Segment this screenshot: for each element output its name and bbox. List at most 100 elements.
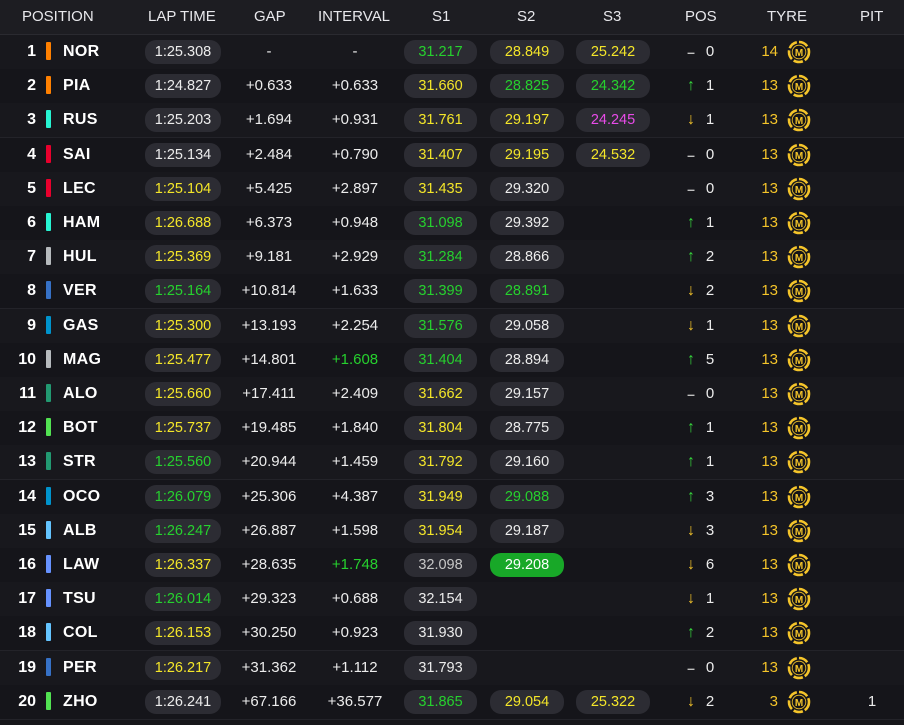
header-s2[interactable]: S2 <box>517 0 535 34</box>
table-row-alo[interactable]: 11 ALO 1:25.660 +17.411 +2.409 31.662 29… <box>0 377 904 412</box>
driver-code: SAI <box>63 145 91 163</box>
position-change-count: 0 <box>705 385 715 402</box>
sector-1-time: 31.865 <box>404 689 477 714</box>
sector-1-time: 31.761 <box>404 108 477 133</box>
table-row-sai[interactable]: 4 SAI 1:25.134 +2.484 +0.790 31.407 29.1… <box>0 137 904 173</box>
table-row-tsu[interactable]: 17 TSU 1:26.014 +29.323 +0.688 32.154 ↓ … <box>0 582 904 618</box>
tyre-laps: 13 <box>761 487 778 505</box>
header-position[interactable]: POSITION <box>22 0 94 34</box>
pit-stops <box>860 651 884 685</box>
sector-2-time: 29.195 <box>490 142 564 167</box>
pit-stops <box>860 309 884 343</box>
table-row-lec[interactable]: 5 LEC 1:25.104 +5.425 +2.897 31.435 29.3… <box>0 171 904 207</box>
medium-tyre-icon: M <box>787 451 811 474</box>
tyre-laps: 13 <box>761 248 778 266</box>
header-gap[interactable]: GAP <box>254 0 286 34</box>
pit-stops <box>860 411 884 445</box>
lap-time: 1:26.688 <box>145 211 221 235</box>
svg-text:M: M <box>795 390 803 401</box>
driver-code: ZHO <box>63 692 98 710</box>
medium-tyre-icon: M <box>787 314 811 337</box>
gap-value: +29.323 <box>241 590 297 608</box>
position-number: 13 <box>18 453 36 471</box>
table-row-hul[interactable]: 7 HUL 1:25.369 +9.181 +2.929 31.284 28.8… <box>0 240 904 276</box>
header-interval[interactable]: INTERVAL <box>318 0 390 34</box>
table-row-law[interactable]: 16 LAW 1:26.337 +28.635 +1.748 32.098 29… <box>0 548 904 583</box>
table-row-pia[interactable]: 2 PIA 1:24.827 +0.633 +0.633 31.660 28.8… <box>0 69 904 105</box>
table-row-gas[interactable]: 9 GAS 1:25.300 +13.193 +2.254 31.576 29.… <box>0 308 904 344</box>
medium-tyre-icon: M <box>787 74 811 98</box>
header-tyre[interactable]: TYRE <box>767 0 807 34</box>
medium-tyre-icon: M <box>787 416 811 440</box>
table-row-rus[interactable]: 3 RUS 1:25.203 +1.694 +0.931 31.761 29.1… <box>0 103 904 139</box>
sector-1-time: 31.407 <box>404 142 477 167</box>
position-change-icon: ↓ <box>687 692 695 710</box>
position-change-icon: ↑ <box>687 453 695 471</box>
driver-code: MAG <box>63 350 102 368</box>
table-row-per[interactable]: 19 PER 1:26.217 +31.362 +1.112 31.793 – … <box>0 650 904 686</box>
position-change-icon: ↑ <box>687 487 695 505</box>
header-lap-time[interactable]: LAP TIME <box>148 0 216 34</box>
table-row-nor[interactable]: 1 NOR 1:25.308 - - 31.217 28.849 25.242 … <box>0 35 904 70</box>
position-change-count: 0 <box>705 145 715 163</box>
gap-value: +14.801 <box>241 350 297 368</box>
sector-1-time: 32.154 <box>404 587 477 612</box>
tyre-laps: 13 <box>761 282 778 300</box>
medium-tyre-icon: M <box>787 587 811 611</box>
sector-2-time: 28.866 <box>490 245 564 270</box>
position-change-count: 3 <box>705 521 715 539</box>
tyre-laps: 14 <box>761 43 778 60</box>
team-color-bar <box>46 349 51 368</box>
medium-tyre-icon: M <box>787 656 811 679</box>
driver-code: LAW <box>63 556 100 573</box>
sector-1-time: 31.660 <box>404 74 477 99</box>
driver-code: TSU <box>63 590 96 608</box>
header-pos[interactable]: POS <box>685 0 717 34</box>
table-row-bot[interactable]: 12 BOT 1:25.737 +19.485 +1.840 31.804 28… <box>0 411 904 447</box>
table-row-ver[interactable]: 8 VER 1:25.164 +10.814 +1.633 31.399 28.… <box>0 274 904 310</box>
team-color-bar <box>46 247 51 266</box>
header-s1[interactable]: S1 <box>432 0 450 34</box>
lap-time: 1:25.134 <box>145 142 221 167</box>
position-number: 1 <box>27 43 36 60</box>
position-change-count: 0 <box>705 179 715 197</box>
position-number: 20 <box>18 692 36 710</box>
gap-value: +10.814 <box>241 282 297 300</box>
position-change-count: 0 <box>705 658 715 676</box>
tyre-laps: 13 <box>761 214 778 231</box>
team-color-bar <box>46 520 51 539</box>
interval-value: +0.688 <box>331 590 379 608</box>
sector-1-time: 31.930 <box>404 621 477 646</box>
gap-value: - <box>266 43 272 60</box>
position-change-icon: ↓ <box>687 316 695 334</box>
sector-3-time: 25.322 <box>576 689 650 714</box>
table-row-str[interactable]: 13 STR 1:25.560 +20.944 +1.459 31.792 29… <box>0 445 904 481</box>
position-change-count: 1 <box>705 77 715 95</box>
tyre-laps: 13 <box>761 521 778 539</box>
position-change-icon: ↓ <box>687 556 695 573</box>
sector-2-time: 29.157 <box>490 382 564 406</box>
table-row-ham[interactable]: 6 HAM 1:26.688 +6.373 +0.948 31.098 29.3… <box>0 206 904 241</box>
driver-code: RUS <box>63 111 98 129</box>
medium-tyre-icon: M <box>787 348 811 372</box>
position-change-count: 2 <box>705 624 715 642</box>
lap-time: 1:25.737 <box>145 416 221 441</box>
interval-value: +0.931 <box>331 111 379 129</box>
header-s3[interactable]: S3 <box>603 0 621 34</box>
gap-value: +31.362 <box>241 658 297 676</box>
medium-tyre-icon: M <box>787 553 811 577</box>
table-row-zho[interactable]: 20 ZHO 1:26.241 +67.166 +36.577 31.865 2… <box>0 684 904 720</box>
table-row-mag[interactable]: 10 MAG 1:25.477 +14.801 +1.608 31.404 28… <box>0 342 904 378</box>
svg-text:M: M <box>795 698 803 709</box>
sector-2-time: 28.849 <box>490 40 564 64</box>
sector-2-time: 29.208 <box>490 553 564 577</box>
driver-code: HAM <box>63 214 101 231</box>
position-change-count: 1 <box>705 419 715 437</box>
table-row-oco[interactable]: 14 OCO 1:26.079 +25.306 +4.387 31.949 29… <box>0 479 904 515</box>
table-row-alb[interactable]: 15 ALB 1:26.247 +26.887 +1.598 31.954 29… <box>0 513 904 549</box>
lap-time: 1:26.079 <box>145 484 221 509</box>
table-row-col[interactable]: 18 COL 1:26.153 +30.250 +0.923 31.930 ↑ … <box>0 616 904 652</box>
header-pit[interactable]: PIT <box>860 0 883 34</box>
team-color-bar <box>46 555 51 573</box>
interval-value: +1.840 <box>331 419 379 437</box>
